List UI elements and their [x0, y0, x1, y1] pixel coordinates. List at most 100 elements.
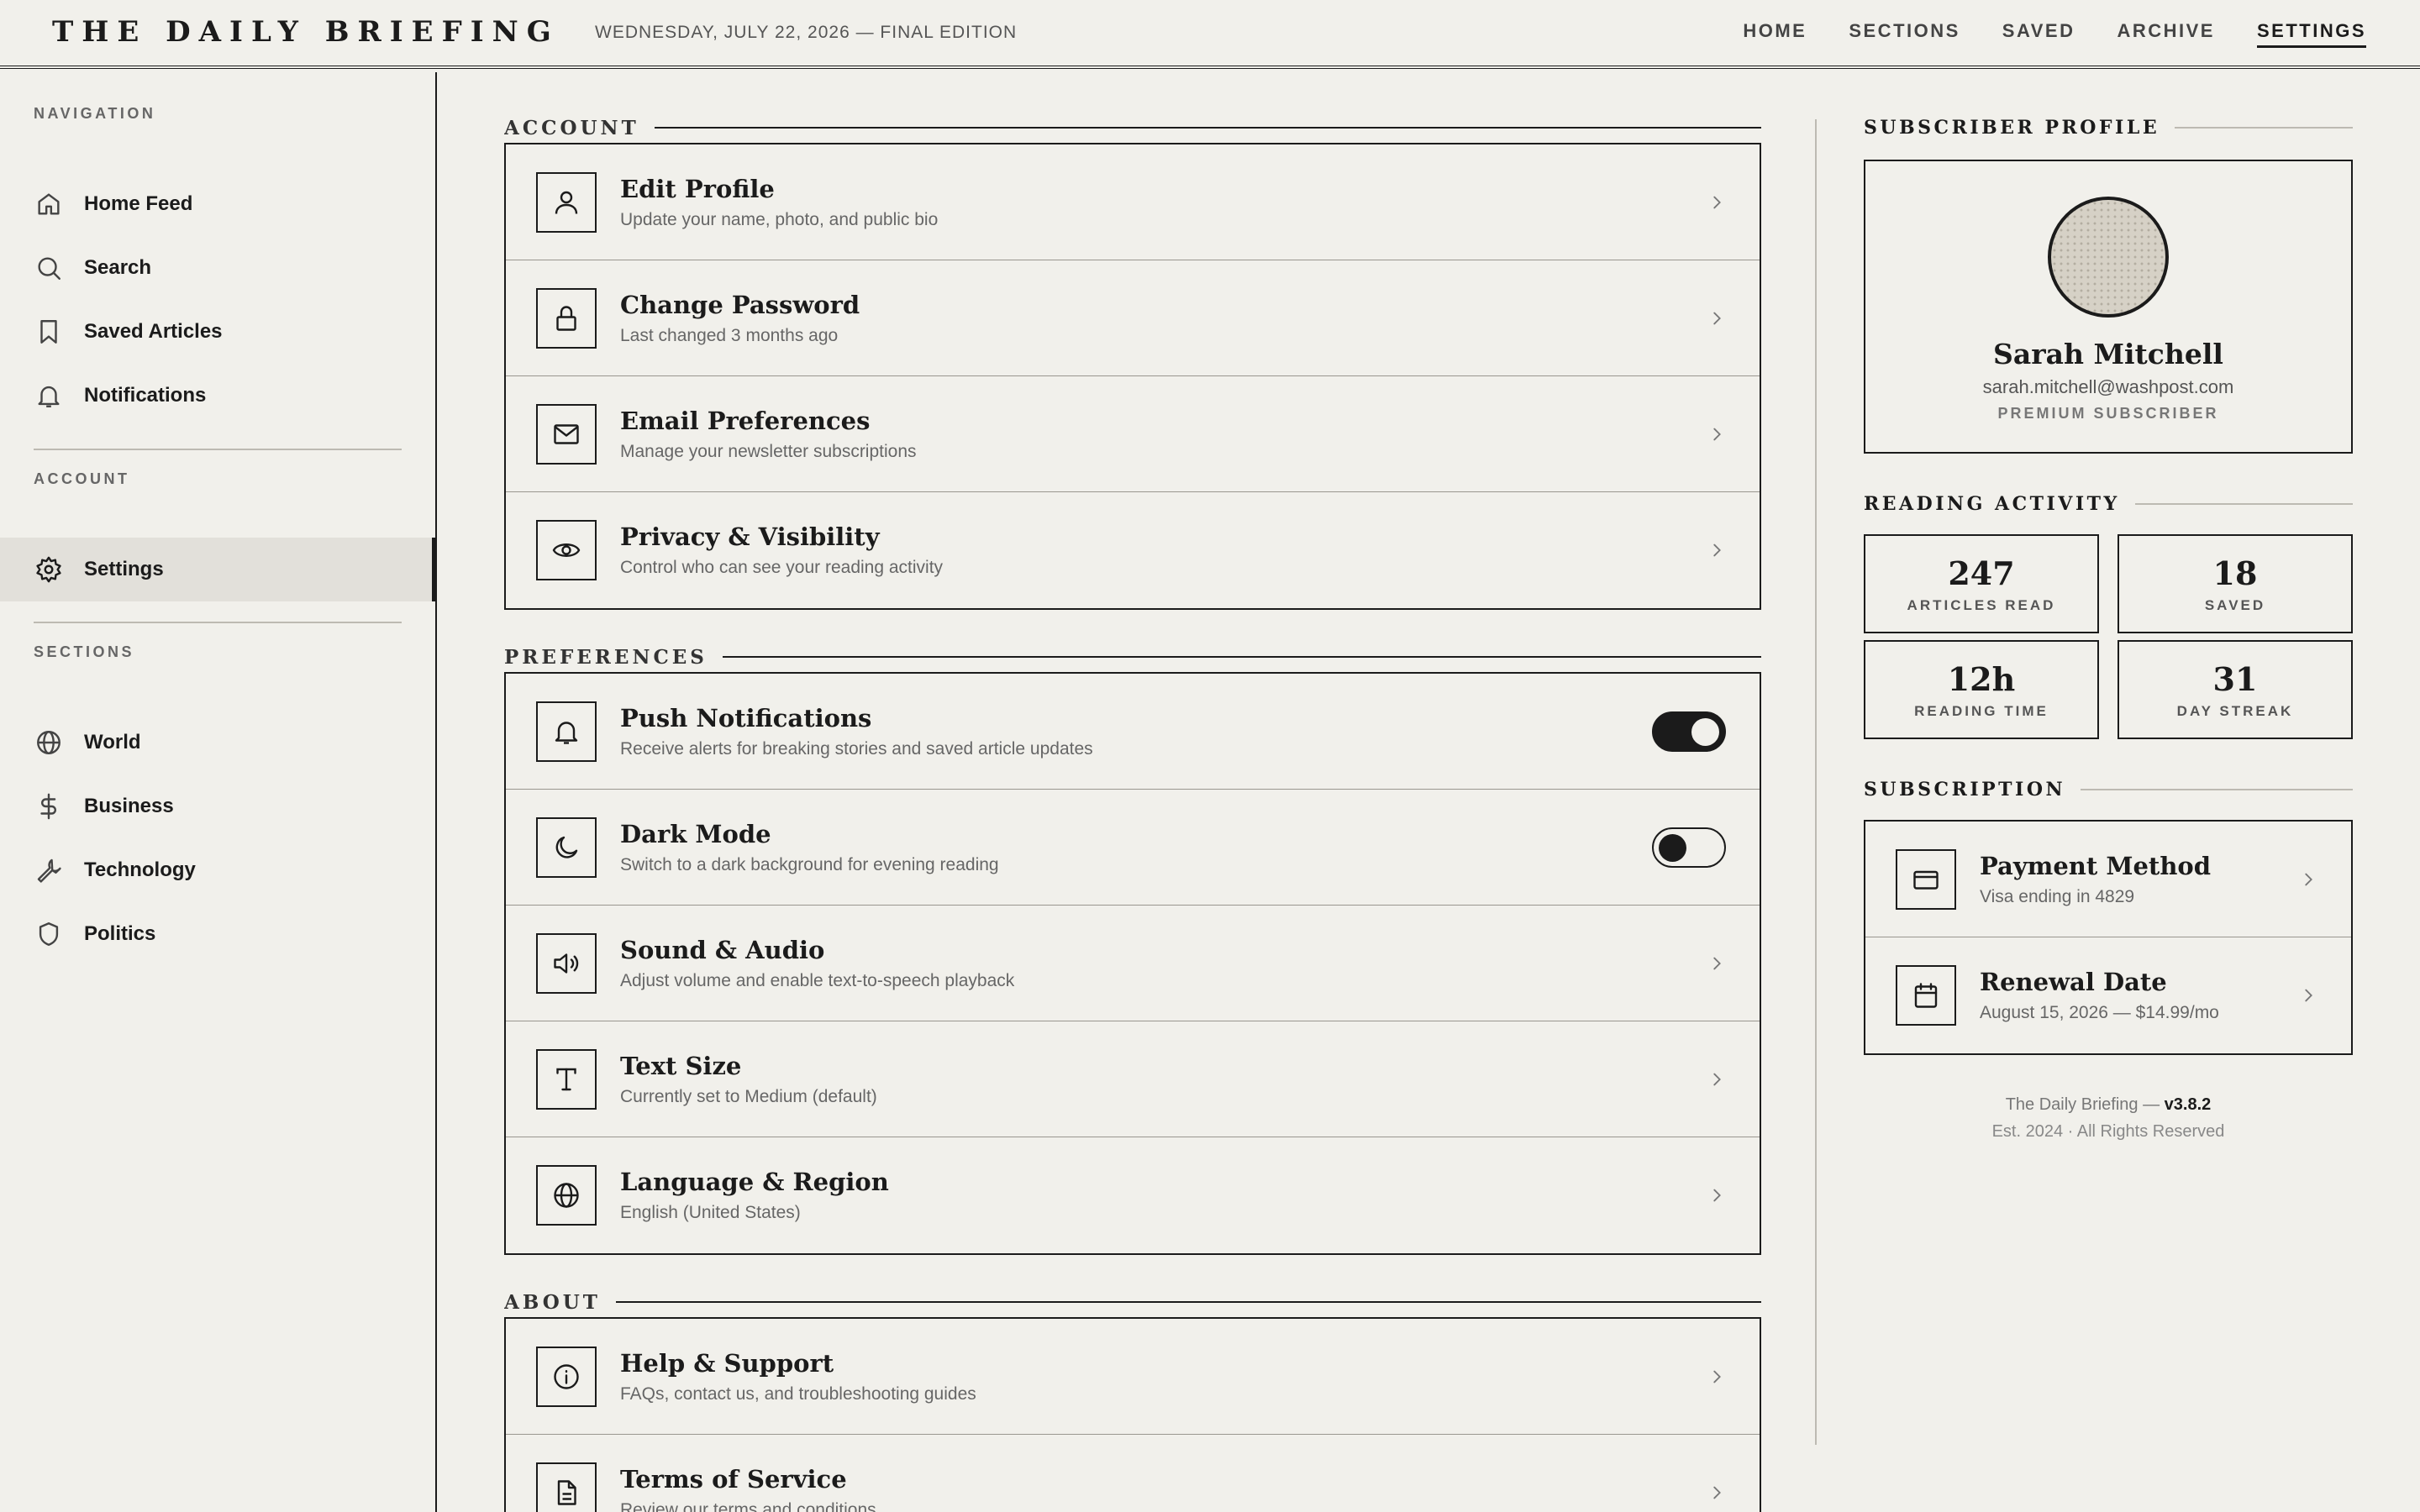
edit-profile-row[interactable]: Edit Profile Update your name, photo, and… — [506, 144, 1760, 260]
reading-activity-heading: READING ACTIVITY — [1864, 492, 2353, 516]
chevron-right-icon — [1707, 1186, 1726, 1205]
sidebar-item-label: World — [84, 731, 141, 753]
sidebar-item-politics[interactable]: Politics — [0, 902, 435, 966]
stat-value: 12h — [1947, 660, 2016, 698]
sound-audio-row[interactable]: Sound & Audio Adjust volume and enable te… — [506, 906, 1760, 1021]
row-subtitle: Review our terms and conditions — [620, 1500, 876, 1512]
sidebar-item-settings[interactable]: Settings — [0, 538, 437, 601]
chevron-right-icon — [1707, 193, 1726, 212]
row-title: Language & Region — [620, 1168, 889, 1196]
help-support-row[interactable]: Help & Support FAQs, contact us, and trou… — [506, 1319, 1760, 1435]
row-subtitle: Last changed 3 months ago — [620, 325, 839, 345]
renewal-date-row[interactable]: Renewal Date August 15, 2026 — $14.99/mo — [1865, 937, 2351, 1053]
wrench-icon — [34, 855, 64, 885]
row-title: Change Password — [620, 290, 860, 319]
chevron-right-icon — [1707, 954, 1726, 973]
row-title: Push Notifications — [620, 703, 872, 732]
copyright-line: Est. 2024 · All Rights Reserved — [1991, 1122, 2225, 1141]
email-preferences-row[interactable]: Email Preferences Manage your newsletter … — [506, 376, 1760, 492]
info-icon — [536, 1346, 597, 1407]
push-notifications-row: Push Notifications Receive alerts for bre… — [506, 674, 1760, 790]
row-title: Privacy & Visibility — [620, 522, 880, 551]
top-nav-sections[interactable]: SECTIONS — [1849, 20, 1960, 48]
speaker-icon — [536, 932, 597, 994]
shield-icon — [34, 919, 64, 949]
top-nav-settings[interactable]: SETTINGS — [2256, 20, 2366, 48]
settings-main: ACCOUNT Edit Profile Update your name, ph… — [504, 72, 1761, 1512]
change-password-row[interactable]: Change Password Last changed 3 months ago — [506, 260, 1760, 376]
row-title: Edit Profile — [620, 174, 775, 203]
sidebar-item-search[interactable]: Search — [0, 236, 435, 300]
sidebar-item-world[interactable]: World — [0, 711, 435, 774]
language-region-row[interactable]: Language & Region English (United States) — [506, 1137, 1760, 1253]
toggle-knob — [1659, 833, 1686, 862]
app-name-text: The Daily Briefing — — [2005, 1095, 2165, 1114]
chevron-right-icon — [2299, 986, 2317, 1005]
gear-icon — [34, 554, 64, 585]
user-icon — [536, 171, 597, 233]
sidebar-item-technology[interactable]: Technology — [0, 838, 435, 902]
sidebar-item-notifications[interactable]: Notifications — [0, 364, 435, 428]
stat-label: DAY STREAK — [2176, 703, 2294, 719]
top-nav: HOME SECTIONS SAVED ARCHIVE SETTINGS — [1743, 20, 2366, 48]
row-subtitle: August 15, 2026 — $14.99/mo — [1980, 1003, 2219, 1022]
subscription-card: Payment Method Visa ending in 4829 Renewa… — [1864, 820, 2353, 1055]
push-notifications-toggle[interactable] — [1652, 711, 1726, 752]
top-nav-archive[interactable]: ARCHIVE — [2117, 20, 2215, 48]
row-subtitle: Update your name, photo, and public bio — [620, 209, 939, 229]
row-title: Dark Mode — [620, 819, 771, 848]
section-rule — [2081, 789, 2353, 790]
section-heading-about: ABOUT — [504, 1290, 1761, 1314]
section-title: ABOUT — [504, 1290, 601, 1314]
row-title: Sound & Audio — [620, 935, 825, 964]
row-subtitle: Receive alerts for breaking stories and … — [620, 738, 1093, 759]
row-title: Text Size — [620, 1051, 742, 1080]
top-nav-saved[interactable]: SAVED — [2002, 20, 2075, 48]
sidebar-item-business[interactable]: Business — [0, 774, 435, 838]
chevron-right-icon — [1707, 425, 1726, 444]
bookmark-icon — [34, 317, 64, 347]
section-heading-preferences: PREFERENCES — [504, 645, 1761, 669]
calendar-icon — [1896, 965, 1956, 1026]
stat-reading-time: 12h READING TIME — [1864, 640, 2099, 739]
sidebar: NAVIGATION Home Feed Search Saved Articl… — [0, 72, 437, 1512]
chevron-right-icon — [2299, 870, 2317, 889]
section-rule — [615, 1301, 1761, 1303]
avatar[interactable] — [2048, 197, 2169, 318]
dateline: WEDNESDAY, JULY 22, 2026 — FINAL EDITION — [595, 23, 1018, 42]
top-nav-home[interactable]: HOME — [1743, 20, 1807, 48]
sidebar-item-label: Notifications — [84, 384, 207, 407]
sidebar-heading-sections: SECTIONS — [34, 643, 135, 660]
mail-icon — [536, 403, 597, 465]
profile-card: Sarah Mitchell sarah.mitchell@washpost.c… — [1864, 160, 2353, 454]
section-title: READING ACTIVITY — [1864, 493, 2120, 515]
app-version-line: The Daily Briefing — v3.8.2 — [1864, 1095, 2353, 1115]
toggle-knob — [1691, 717, 1719, 746]
row-title: Renewal Date — [1980, 968, 2167, 996]
sidebar-item-label: Settings — [84, 558, 164, 580]
payment-method-row[interactable]: Payment Method Visa ending in 4829 — [1865, 822, 2351, 937]
dark-mode-toggle[interactable] — [1652, 827, 1726, 868]
sidebar-heading-navigation: NAVIGATION — [34, 105, 156, 122]
globe-icon — [536, 1165, 597, 1226]
sidebar-item-label: Technology — [84, 858, 196, 881]
preferences-card: Push Notifications Receive alerts for bre… — [504, 672, 1761, 1255]
stat-value: 247 — [1948, 554, 2015, 592]
stat-label: SAVED — [2204, 597, 2266, 613]
sidebar-item-saved-articles[interactable]: Saved Articles — [0, 300, 435, 364]
row-subtitle: Currently set to Medium (default) — [620, 1086, 877, 1106]
masthead-logo[interactable]: THE DAILY BRIEFING — [52, 15, 560, 49]
chevron-right-icon — [1707, 541, 1726, 559]
right-panel-divider — [1815, 119, 1817, 1445]
terms-of-service-row[interactable]: Terms of Service Review our terms and con… — [506, 1435, 1760, 1512]
row-title: Payment Method — [1980, 851, 2212, 880]
privacy-visibility-row[interactable]: Privacy & Visibility Control who can see … — [506, 492, 1760, 608]
chevron-right-icon — [1707, 1070, 1726, 1089]
bell-icon — [536, 701, 597, 762]
row-subtitle: Adjust volume and enable text-to-speech … — [620, 970, 1015, 990]
stat-articles-read: 247 ARTICLES READ — [1864, 534, 2099, 633]
text-size-row[interactable]: Text Size Currently set to Medium (defaul… — [506, 1021, 1760, 1137]
sidebar-item-home-feed[interactable]: Home Feed — [0, 172, 435, 236]
subscription-heading: SUBSCRIPTION — [1864, 778, 2353, 801]
chevron-right-icon — [1707, 1368, 1726, 1386]
